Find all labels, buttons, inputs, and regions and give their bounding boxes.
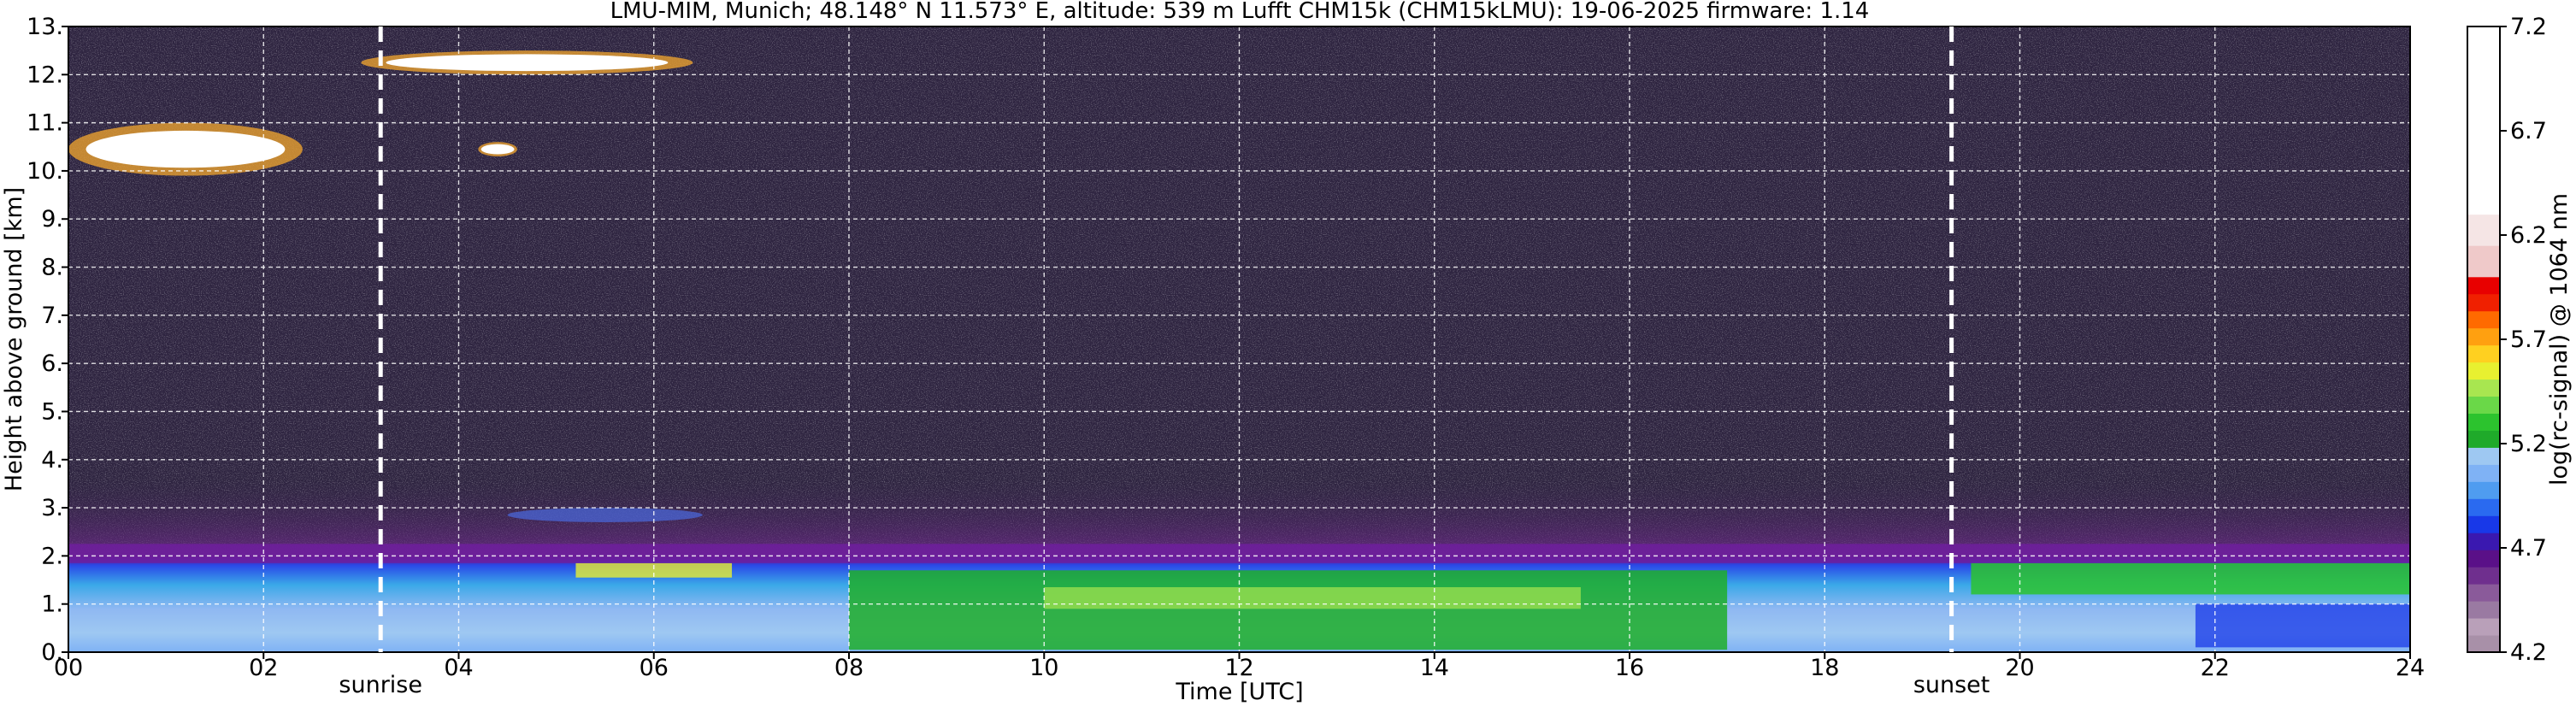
colorbar-tick-label: 5.7 xyxy=(2510,327,2547,353)
colorbar-swatch xyxy=(2467,276,2500,295)
colorbar-swatch xyxy=(2467,379,2500,397)
plot-area: sunrise sunset 00 02 04 06 08 10 12 14 16 18 20 22 24… xyxy=(27,14,2425,698)
x-tick-label: 20 xyxy=(2005,655,2034,681)
x-tick-label: 08 xyxy=(834,655,864,681)
colorbar-swatch xyxy=(2467,430,2500,448)
colorbar-swatch xyxy=(2467,481,2500,499)
x-tick-label: 04 xyxy=(444,655,473,681)
colorbar-swatch xyxy=(2467,245,2500,278)
nighttime-blue-layer xyxy=(2195,603,2410,648)
y-tick-label: 10. xyxy=(27,158,63,185)
y-tick-label: 0. xyxy=(41,639,63,666)
colorbar-swatch xyxy=(2467,584,2500,602)
colorbar-tick-label: 5.2 xyxy=(2510,431,2547,457)
y-tick-label: 1. xyxy=(41,591,63,618)
colorbar-swatch xyxy=(2467,293,2500,312)
colorbar-swatch xyxy=(2467,327,2500,346)
colorbar-swatch xyxy=(2467,26,2500,215)
colorbar-tick-label: 4.7 xyxy=(2510,535,2547,562)
thin-aerosol-layer xyxy=(507,508,703,522)
convective-yellow-region xyxy=(1044,586,1581,609)
colorbar-tick-label: 7.2 xyxy=(2510,14,2547,40)
cirrus-cloud xyxy=(85,130,286,168)
y-tick-label: 7. xyxy=(41,303,63,329)
y-tick-label: 4. xyxy=(41,447,63,474)
colorbar-swatch xyxy=(2467,344,2500,363)
colorbar-ticks: 4.2 4.7 5.2 5.7 6.2 6.7 7.2 xyxy=(2500,14,2547,666)
chart-title: LMU-MIM, Munich; 48.148° N 11.573° E, al… xyxy=(610,0,1870,24)
colorbar-swatch xyxy=(2467,413,2500,431)
y-axis-ticks: 0. 1. 2. 3. 4. 5. 6. 7. 8. 9. 10. 11. 12. 13. xyxy=(27,14,68,666)
colorbar-tick-label: 4.2 xyxy=(2510,639,2547,666)
y-tick-label: 9. xyxy=(41,206,63,232)
y-tick-label: 12. xyxy=(27,62,63,88)
colorbar-label: log(rc-signal) @ 1064 nm xyxy=(2546,193,2573,485)
colorbar-tick-label: 6.7 xyxy=(2510,118,2547,144)
convective-green-region xyxy=(849,570,1728,650)
x-tick-label: 18 xyxy=(1810,655,1839,681)
colorbar-swatch xyxy=(2467,567,2500,585)
colorbar-swatch xyxy=(2467,362,2500,380)
sunset-label: sunset xyxy=(1913,672,1990,698)
y-tick-label: 13. xyxy=(27,14,63,40)
x-tick-label: 02 xyxy=(249,655,278,681)
colorbar-swatch xyxy=(2467,515,2500,533)
sunrise-label: sunrise xyxy=(339,672,422,698)
ceilometer-figure: LMU-MIM, Munich; 48.148° N 11.573° E, al… xyxy=(1,0,2573,705)
colorbar-swatch xyxy=(2467,214,2500,246)
colorbar-swatch xyxy=(2467,464,2500,482)
y-tick-label: 2. xyxy=(41,543,63,569)
y-tick-label: 6. xyxy=(41,350,63,377)
evening-green-layer xyxy=(1971,562,2410,595)
cirrus-cloud xyxy=(480,144,515,155)
x-tick-label: 14 xyxy=(1420,655,1449,681)
x-tick-label: 22 xyxy=(2201,655,2230,681)
colorbar-swatch xyxy=(2467,498,2500,516)
colorbar-swatch xyxy=(2467,550,2500,568)
colorbar-swatch xyxy=(2467,447,2500,465)
y-tick-label: 11. xyxy=(27,110,63,137)
colorbar: 4.2 4.7 5.2 5.7 6.2 6.7 7.2 log(rc-signal) @ 1… xyxy=(2467,14,2573,666)
colorbar-swatch xyxy=(2467,310,2500,329)
colorbar-swatch xyxy=(2467,618,2500,636)
colorbar-swatch xyxy=(2467,532,2500,550)
x-tick-label: 10 xyxy=(1029,655,1058,681)
colorbar-swatch xyxy=(2467,601,2500,619)
colorbar-swatch xyxy=(2467,635,2500,653)
colorbar-swatch xyxy=(2467,396,2500,415)
x-tick-label: 16 xyxy=(1615,655,1644,681)
cirrus-cloud xyxy=(386,54,669,72)
x-axis-label: Time [UTC] xyxy=(1175,679,1303,705)
y-tick-label: 3. xyxy=(41,495,63,521)
x-tick-label: 12 xyxy=(1224,655,1253,681)
colorbar-tick-label: 6.2 xyxy=(2510,222,2547,249)
x-tick-label: 24 xyxy=(2396,655,2425,681)
x-tick-label: 06 xyxy=(640,655,669,681)
y-tick-label: 8. xyxy=(41,255,63,281)
colorbar-swatches xyxy=(2467,26,2500,653)
y-axis-label: Height above ground [km] xyxy=(1,187,27,491)
y-tick-label: 5. xyxy=(41,398,63,425)
